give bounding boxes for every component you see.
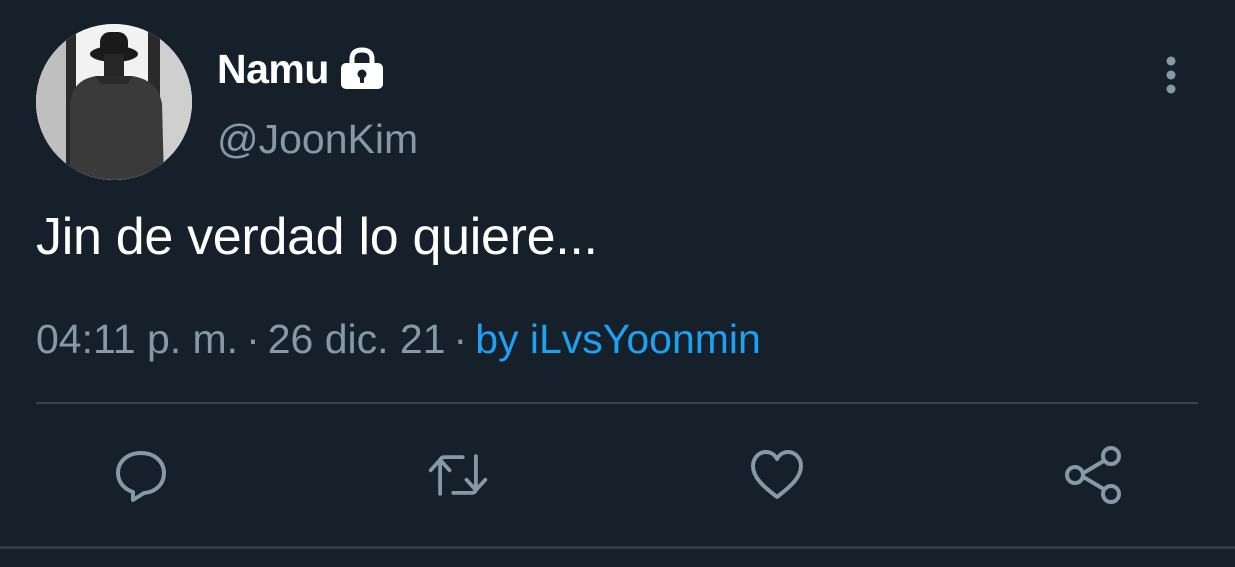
tweet-source-link[interactable]: by iLvsYoonmin <box>475 316 761 362</box>
reply-button[interactable] <box>108 442 174 508</box>
share-icon <box>1065 446 1121 504</box>
meta-separator: · <box>246 316 260 362</box>
author-handle[interactable]: @JoonKim <box>217 116 418 163</box>
comment-icon <box>116 451 166 502</box>
retweet-icon <box>428 454 488 496</box>
tweet-text: Jin de verdad lo quiere... <box>36 208 598 266</box>
meta-separator: · <box>453 316 468 362</box>
display-name[interactable]: Namu <box>217 46 329 93</box>
tweet-date[interactable]: 26 dic. 21 <box>268 316 446 362</box>
author-name-row: Namu <box>217 44 385 94</box>
lock-icon <box>339 46 385 92</box>
like-button[interactable] <box>744 442 810 508</box>
tweet-time[interactable]: 04:11 p. m. <box>36 316 238 362</box>
bottom-divider <box>0 546 1235 549</box>
avatar-image <box>36 24 192 180</box>
avatar[interactable] <box>36 24 192 180</box>
divider <box>36 402 1198 404</box>
share-button[interactable] <box>1061 442 1127 508</box>
more-options-icon[interactable] <box>1150 52 1192 98</box>
tweet-meta: 04:11 p. m. · 26 dic. 21 · by iLvsYoonmin <box>36 316 761 363</box>
heart-icon <box>751 450 803 499</box>
retweet-button[interactable] <box>425 442 491 508</box>
tweet-card: Namu @JoonKim Jin de verdad lo quiere...… <box>0 0 1235 567</box>
